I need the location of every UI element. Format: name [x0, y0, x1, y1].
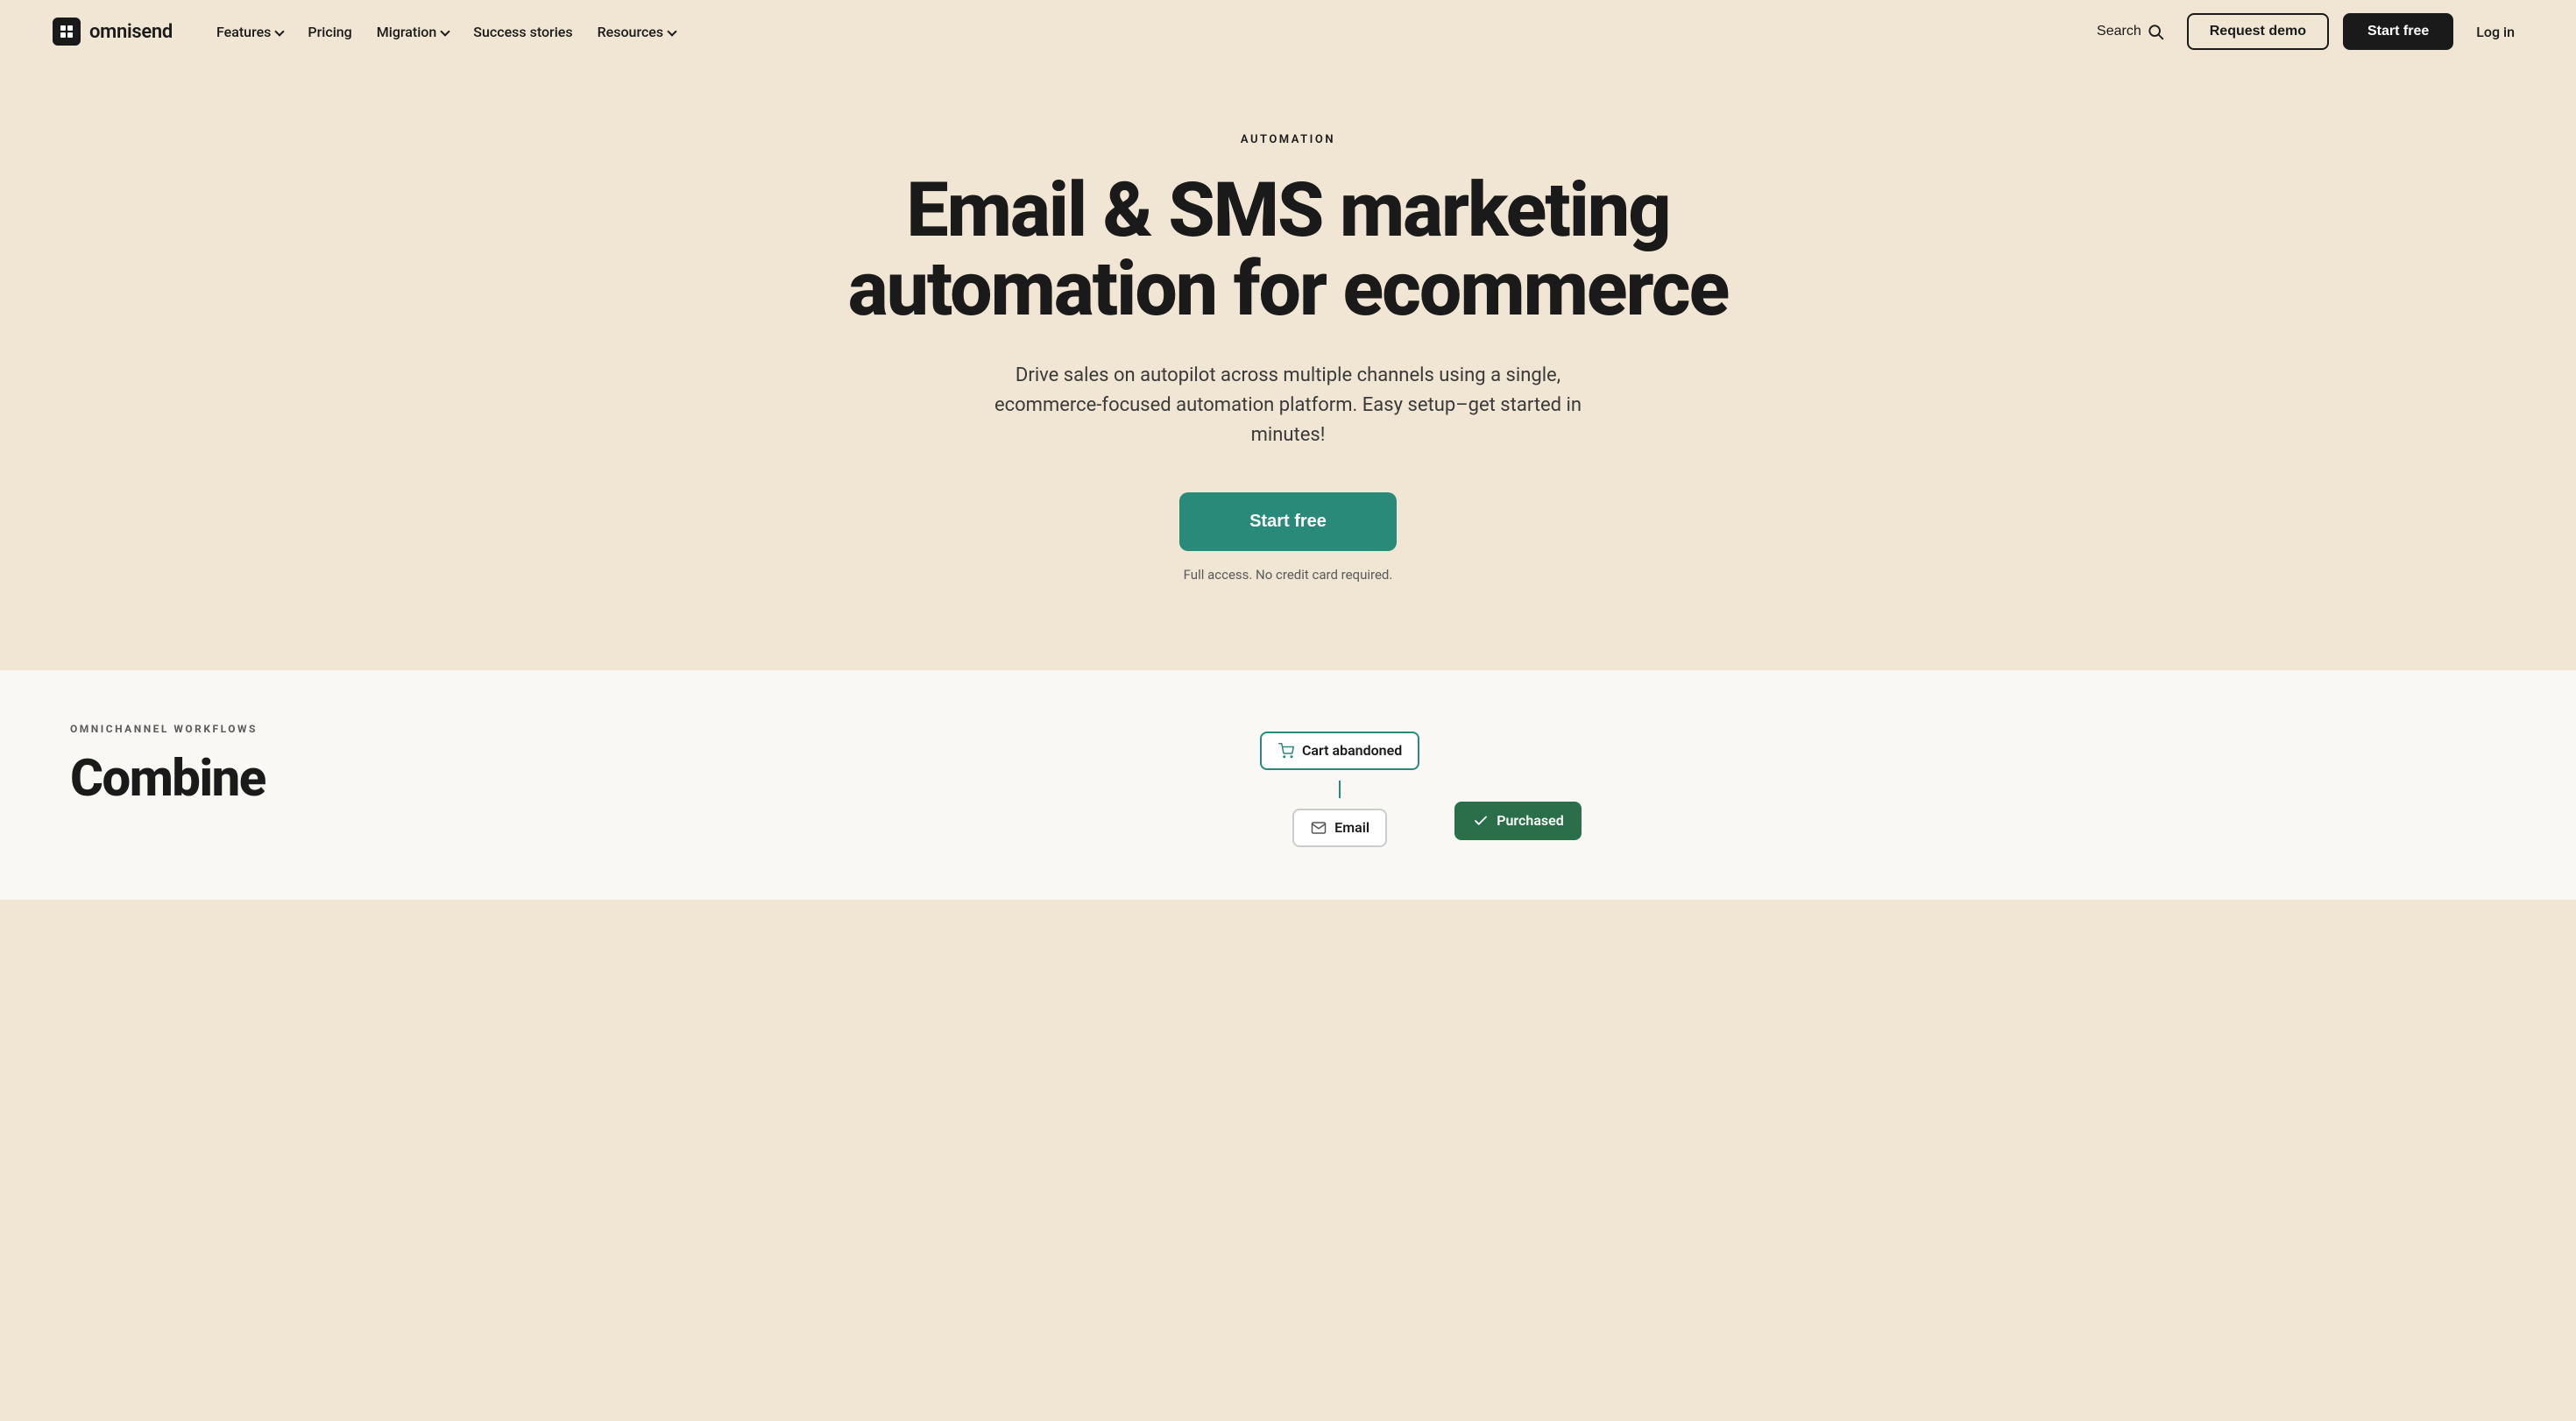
nav-resources[interactable]: Resources	[589, 18, 685, 46]
start-free-nav-button[interactable]: Start free	[2343, 13, 2453, 50]
search-button[interactable]: Search	[2088, 18, 2173, 46]
search-icon	[2147, 23, 2164, 40]
hero-title: Email & SMS marketing automation for eco…	[848, 171, 1728, 329]
workflow-area: Cart abandoned Email Purchased	[336, 723, 2506, 847]
nav-links: Features Pricing Migration Success stori…	[208, 18, 684, 46]
email-card: Email	[1292, 809, 1387, 847]
hero-disclaimer: Full access. No credit card required.	[1184, 567, 1393, 583]
purchased-icon	[1472, 812, 1490, 830]
logo[interactable]: omnisend	[53, 18, 173, 46]
lower-eyebrow: OMNICHANNEL WORKFLOWS	[70, 723, 265, 735]
navbar: omnisend Features Pricing Migration	[0, 0, 2576, 63]
lower-left: OMNICHANNEL WORKFLOWS Combine	[70, 723, 265, 806]
email-icon	[1310, 819, 1327, 837]
cart-icon	[1277, 742, 1295, 760]
hero-eyebrow: AUTOMATION	[1241, 133, 1335, 146]
chevron-down-icon	[667, 26, 676, 36]
brand-name: omnisend	[89, 21, 173, 43]
nav-migration[interactable]: Migration	[368, 18, 458, 46]
hero-subtitle: Drive sales on autopilot across multiple…	[990, 361, 1586, 450]
hero-section: AUTOMATION Email & SMS marketing automat…	[0, 63, 2576, 670]
request-demo-button[interactable]: Request demo	[2187, 13, 2329, 50]
workflow-column: Cart abandoned Email	[1260, 732, 1419, 847]
login-link[interactable]: Log in	[2467, 18, 2523, 46]
purchased-card: Purchased	[1454, 802, 1582, 840]
nav-pricing[interactable]: Pricing	[299, 18, 360, 46]
logo-icon	[53, 18, 81, 46]
logo-symbol	[58, 23, 75, 40]
nav-success-stories[interactable]: Success stories	[464, 18, 581, 46]
lower-title: Combine	[70, 753, 265, 806]
chevron-down-icon	[441, 26, 450, 36]
navbar-left: omnisend Features Pricing Migration	[53, 18, 684, 46]
nav-features[interactable]: Features	[208, 18, 292, 46]
lower-section: OMNICHANNEL WORKFLOWS Combine Cart aband…	[0, 670, 2576, 900]
navbar-right: Search Request demo Start free Log in	[2088, 13, 2523, 50]
start-free-hero-button[interactable]: Start free	[1179, 492, 1397, 551]
cart-abandoned-card: Cart abandoned	[1260, 732, 1419, 770]
chevron-down-icon	[275, 26, 285, 36]
connector-line	[1339, 781, 1341, 798]
